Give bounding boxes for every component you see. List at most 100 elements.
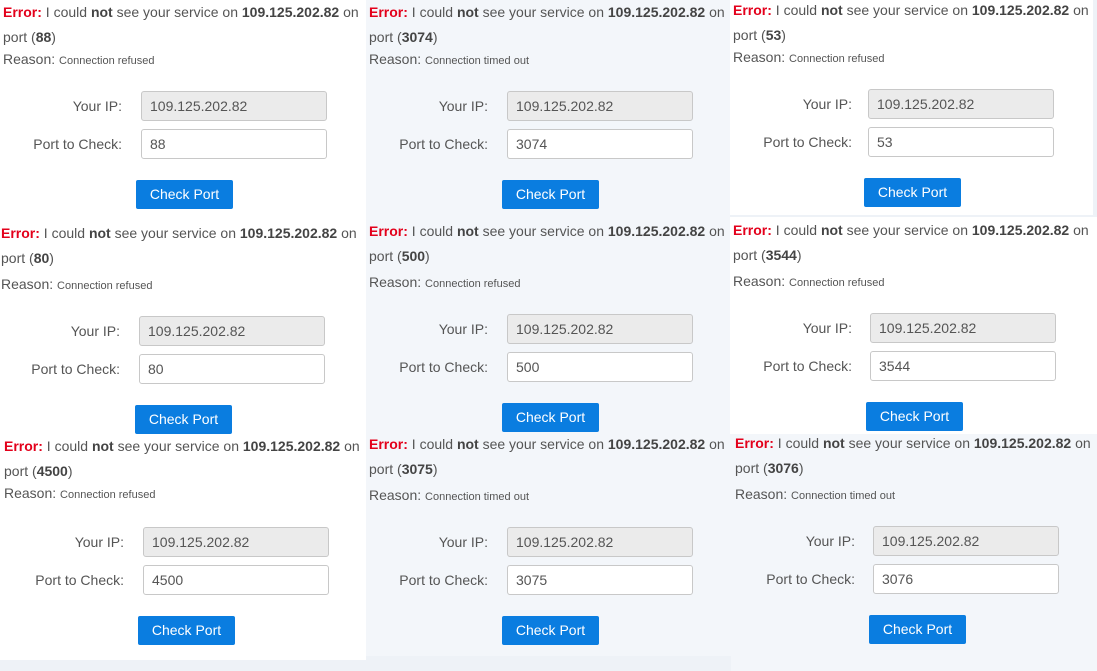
port-check-panel: Error: I could not see your service on 1… — [0, 434, 366, 660]
ip-in-message: 109.125.202.82 — [973, 435, 1072, 451]
ip-in-message: 109.125.202.82 — [971, 2, 1070, 18]
port-to-check-input[interactable]: 3544 — [870, 351, 1056, 381]
port-to-check-input[interactable]: 53 — [868, 127, 1054, 157]
error-message: Error: I could not see your service on 1… — [1, 225, 357, 266]
port-to-check-label: Port to Check: — [33, 136, 122, 152]
check-port-button[interactable]: Check Port — [869, 615, 966, 644]
error-message: Error: I could not see your service on 1… — [369, 4, 725, 45]
error-label: Error: — [735, 435, 774, 451]
check-port-button[interactable]: Check Port — [136, 180, 233, 209]
port-check-panel: Error: I could not see your service on 1… — [366, 0, 730, 217]
your-ip-field: 109.125.202.82 — [507, 314, 693, 344]
error-label: Error: — [733, 2, 772, 18]
error-message: Error: I could not see your service on 1… — [4, 438, 360, 479]
your-ip-label: Your IP: — [802, 96, 852, 112]
reason-line: Reason: Connection timed out — [369, 51, 529, 67]
reason-value: Connection timed out — [791, 490, 895, 502]
reason-line: Reason: Connection refused — [1, 276, 153, 292]
your-ip-field: 109.125.202.82 — [873, 526, 1059, 556]
port-check-panel: Error: I could not see your service on 1… — [0, 217, 366, 434]
port-to-check-input[interactable]: 500 — [507, 352, 693, 382]
reason-value: Connection timed out — [425, 491, 529, 503]
your-ip-field: 109.125.202.82 — [507, 527, 693, 557]
ip-in-message: 109.125.202.82 — [607, 223, 706, 239]
port-in-message: 500 — [401, 248, 426, 264]
reason-line: Reason: Connection refused — [733, 273, 885, 289]
reason-line: Reason: Connection refused — [369, 274, 521, 290]
port-to-check-input[interactable]: 4500 — [143, 565, 329, 595]
port-to-check-label: Port to Check: — [766, 571, 855, 587]
port-to-check-input[interactable]: 3075 — [507, 565, 693, 595]
reason-value: Connection refused — [59, 55, 155, 67]
error-label: Error: — [4, 438, 43, 454]
your-ip-label: Your IP: — [74, 534, 124, 550]
port-to-check-input[interactable]: 88 — [141, 129, 327, 159]
port-in-message: 80 — [33, 250, 50, 266]
your-ip-field: 109.125.202.82 — [870, 313, 1056, 343]
your-ip-field: 109.125.202.82 — [868, 89, 1054, 119]
check-port-button[interactable]: Check Port — [502, 180, 599, 209]
port-to-check-input[interactable]: 3074 — [507, 129, 693, 159]
your-ip-label: Your IP: — [72, 98, 122, 114]
reason-value: Connection refused — [789, 277, 885, 289]
error-message: Error: I could not see your service on 1… — [733, 2, 1089, 43]
port-to-check-label: Port to Check: — [399, 572, 488, 588]
port-check-panel: Error: I could not see your service on 1… — [730, 217, 1097, 434]
check-port-button[interactable]: Check Port — [502, 616, 599, 645]
ip-in-message: 109.125.202.82 — [971, 222, 1070, 238]
port-to-check-input[interactable]: 80 — [139, 354, 325, 384]
reason-line: Reason: Connection timed out — [369, 487, 529, 503]
reason-line: Reason: Connection refused — [3, 51, 155, 67]
error-label: Error: — [1, 225, 40, 241]
error-label: Error: — [369, 436, 408, 452]
port-to-check-label: Port to Check: — [35, 572, 124, 588]
error-message: Error: I could not see your service on 1… — [369, 223, 725, 264]
error-label: Error: — [733, 222, 772, 238]
check-port-button[interactable]: Check Port — [135, 405, 232, 434]
reason-value: Connection refused — [57, 280, 153, 292]
port-to-check-label: Port to Check: — [763, 358, 852, 374]
port-to-check-label: Port to Check: — [399, 359, 488, 375]
port-in-message: 3076 — [767, 460, 799, 476]
your-ip-field: 109.125.202.82 — [141, 91, 327, 121]
port-check-panel: Error: I could not see your service on 1… — [366, 434, 731, 656]
port-in-message: 3075 — [401, 461, 433, 477]
check-port-button[interactable]: Check Port — [138, 616, 235, 645]
reason-line: Reason: Connection refused — [733, 49, 885, 65]
port-check-panel: Error: I could not see your service on 1… — [731, 434, 1097, 671]
port-to-check-label: Port to Check: — [399, 136, 488, 152]
port-to-check-input[interactable]: 3076 — [873, 564, 1059, 594]
your-ip-field: 109.125.202.82 — [139, 316, 325, 346]
your-ip-label: Your IP: — [438, 534, 488, 550]
your-ip-label: Your IP: — [438, 98, 488, 114]
check-port-button[interactable]: Check Port — [864, 178, 961, 207]
port-in-message: 88 — [35, 29, 52, 45]
port-in-message: 3074 — [401, 29, 433, 45]
your-ip-label: Your IP: — [70, 323, 120, 339]
error-message: Error: I could not see your service on 1… — [733, 222, 1089, 263]
check-port-button[interactable]: Check Port — [866, 402, 963, 431]
ip-in-message: 109.125.202.82 — [239, 225, 338, 241]
ip-in-message: 109.125.202.82 — [607, 4, 706, 20]
port-check-panel: Error: I could not see your service on 1… — [366, 217, 730, 434]
reason-value: Connection refused — [789, 53, 885, 65]
port-to-check-label: Port to Check: — [763, 134, 852, 150]
check-port-button[interactable]: Check Port — [502, 403, 599, 432]
error-label: Error: — [369, 4, 408, 20]
error-message: Error: I could not see your service on 1… — [3, 4, 359, 45]
ip-in-message: 109.125.202.82 — [242, 438, 341, 454]
ip-in-message: 109.125.202.82 — [607, 436, 706, 452]
error-label: Error: — [369, 223, 408, 239]
error-label: Error: — [3, 4, 42, 20]
reason-line: Reason: Connection timed out — [735, 486, 895, 502]
port-check-panel: Error: I could not see your service on 1… — [730, 0, 1093, 215]
error-message: Error: I could not see your service on 1… — [369, 436, 725, 477]
port-to-check-label: Port to Check: — [31, 361, 120, 377]
your-ip-field: 109.125.202.82 — [143, 527, 329, 557]
reason-value: Connection refused — [60, 489, 156, 501]
reason-line: Reason: Connection refused — [4, 485, 156, 501]
reason-value: Connection timed out — [425, 55, 529, 67]
your-ip-field: 109.125.202.82 — [507, 91, 693, 121]
port-in-message: 3544 — [765, 247, 797, 263]
port-check-panel: Error: I could not see your service on 1… — [0, 0, 366, 217]
